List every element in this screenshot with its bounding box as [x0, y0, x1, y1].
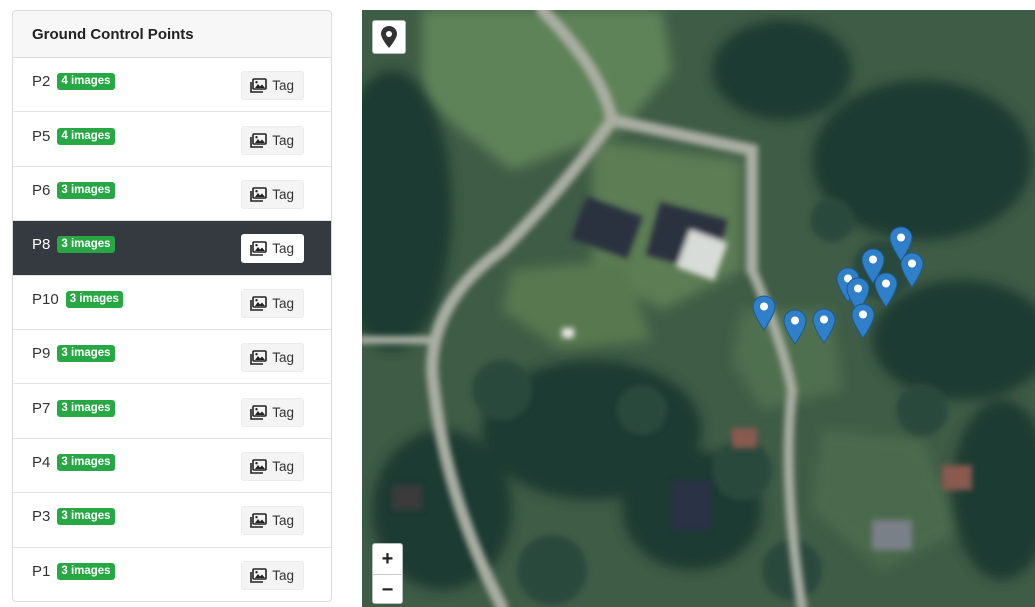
tag-button-label: Tag — [272, 295, 294, 311]
tag-button-label: Tag — [272, 458, 294, 474]
tag-button[interactable]: Tag — [241, 343, 304, 373]
images-icon — [250, 187, 268, 202]
tag-button-label: Tag — [272, 78, 294, 94]
tag-button[interactable]: Tag — [241, 506, 304, 536]
image-count-badge: 3 images — [57, 508, 115, 526]
map-pin-icon — [851, 303, 875, 339]
gcp-marker[interactable] — [752, 295, 776, 331]
image-count-badge: 4 images — [57, 73, 115, 91]
tag-button-label: Tag — [272, 186, 294, 202]
tag-button-label: Tag — [272, 350, 294, 366]
images-icon — [250, 78, 268, 93]
gcp-name: P7 — [32, 399, 51, 417]
images-icon — [250, 295, 268, 311]
tag-button[interactable]: Tag — [241, 561, 304, 591]
tag-button-label: Tag — [272, 568, 294, 584]
gcp-list: P2 4 images Tag P5 4 images Tag P6 3 images Tag P… — [13, 58, 331, 601]
gcp-name: P8 — [32, 236, 51, 254]
gcp-row[interactable]: P1 3 images Tag — [13, 548, 331, 601]
images-icon — [250, 241, 268, 257]
images-icon — [250, 350, 268, 365]
tag-button[interactable]: Tag — [241, 451, 304, 481]
images-icon — [250, 132, 268, 148]
gcp-marker[interactable] — [900, 252, 924, 288]
satellite-imagery — [362, 10, 1035, 607]
map-pin-icon — [874, 272, 898, 308]
gcp-name: P10 — [32, 290, 59, 308]
image-count-badge: 3 images — [57, 181, 115, 199]
tag-button-label: Tag — [272, 513, 294, 529]
gcp-row[interactable]: P7 3 images Tag — [13, 384, 331, 439]
gcp-panel: Ground Control Points P2 4 images Tag P5 4 i… — [12, 10, 332, 602]
gcp-row[interactable]: P8 3 images Tag — [13, 221, 331, 276]
map-pin-icon — [812, 308, 836, 344]
tag-button[interactable]: Tag — [241, 234, 304, 264]
zoom-in-button[interactable]: + — [373, 544, 402, 575]
gcp-marker[interactable] — [783, 309, 807, 345]
tag-button-label: Tag — [272, 241, 294, 257]
image-count-badge: 3 images — [57, 453, 115, 471]
panel-title: Ground Control Points — [13, 11, 331, 58]
gcp-row[interactable]: P3 3 images Tag — [13, 493, 331, 548]
map-pin-icon — [783, 309, 807, 345]
tag-button[interactable]: Tag — [241, 71, 304, 101]
tag-button[interactable]: Tag — [241, 288, 304, 318]
map-pin-icon — [752, 295, 776, 331]
gcp-marker[interactable] — [874, 272, 898, 308]
image-count-badge: 4 images — [57, 127, 115, 145]
images-icon — [250, 568, 268, 584]
image-count-badge: 3 images — [57, 236, 115, 254]
gcp-row[interactable]: P5 4 images Tag — [13, 112, 331, 167]
images-icon — [250, 459, 268, 474]
gcp-name: P1 — [32, 563, 51, 581]
gcp-row[interactable]: P4 3 images Tag — [13, 439, 331, 494]
gcp-name: P2 — [32, 73, 51, 91]
gcp-row[interactable]: P6 3 images Tag — [13, 167, 331, 222]
gcp-name: P9 — [32, 345, 51, 363]
images-icon — [250, 513, 268, 529]
gcp-row[interactable]: P9 3 images Tag — [13, 330, 331, 385]
gcp-marker[interactable] — [851, 303, 875, 339]
gcp-row[interactable]: P10 3 images Tag — [13, 276, 331, 330]
satellite-map[interactable]: + − — [362, 10, 1035, 607]
image-count-badge: 3 images — [57, 399, 115, 417]
gcp-name: P3 — [32, 508, 51, 526]
tag-button-label: Tag — [272, 404, 294, 420]
map-marker-icon — [381, 26, 397, 48]
gcp-name: P5 — [32, 127, 51, 145]
image-count-badge: 3 images — [57, 345, 115, 363]
zoom-control: + − — [372, 543, 403, 604]
images-icon — [250, 404, 268, 420]
map-pin-icon — [900, 252, 924, 288]
image-count-badge: 3 images — [65, 290, 123, 308]
tag-button[interactable]: Tag — [241, 125, 304, 155]
locate-button[interactable] — [372, 20, 406, 54]
gcp-name: P4 — [32, 453, 51, 471]
gcp-row[interactable]: P2 4 images Tag — [13, 58, 331, 113]
tag-button[interactable]: Tag — [241, 179, 304, 209]
gcp-marker[interactable] — [812, 308, 836, 344]
gcp-name: P6 — [32, 181, 51, 199]
image-count-badge: 3 images — [57, 563, 115, 581]
zoom-out-button[interactable]: − — [373, 575, 402, 603]
tag-button[interactable]: Tag — [241, 397, 304, 427]
tag-button-label: Tag — [272, 132, 294, 148]
